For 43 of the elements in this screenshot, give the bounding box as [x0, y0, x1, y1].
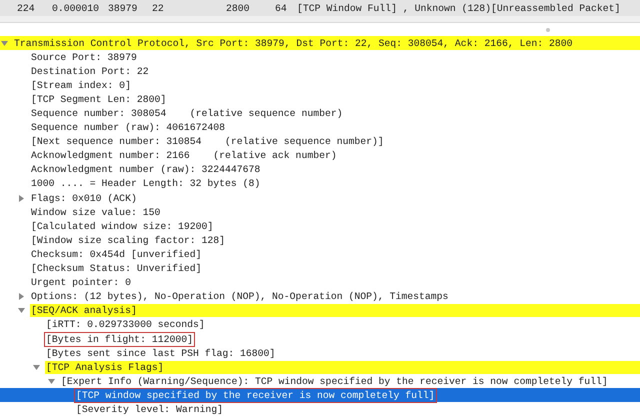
- tree-item[interactable]: [TCP Analysis Flags]: [45, 360, 640, 374]
- scrollbar-track[interactable]: [0, 16, 640, 23]
- tree-item[interactable]: [Window size scaling factor: 128]: [30, 234, 226, 247]
- packet-cell-text: [TCP Window Full] , Unknown (128)[Unreassembled Packet]: [297, 2, 622, 14]
- tree-item[interactable]: Sequence number: 308054 (relative sequence number): [30, 107, 344, 120]
- triangle-right-icon[interactable]: [17, 194, 26, 203]
- packet-cell-text: 64: [275, 2, 288, 14]
- tree-item[interactable]: [Severity level: Warning]: [75, 402, 224, 416]
- triangle-down-icon[interactable]: [32, 362, 41, 372]
- packet-cell-text: 0.000010: [52, 2, 100, 14]
- selected-tree-row[interactable]: [TCP window specified by the receiver is now completely full]: [0, 388, 640, 402]
- packet-cell-text: 38979: [108, 2, 138, 14]
- tree-item[interactable]: [Checksum Status: Unverified]: [30, 262, 202, 276]
- tree-item[interactable]: 1000 .... = Header Length: 32 bytes (8): [30, 177, 262, 190]
- packet-row[interactable]: 224 0.000010 38979 22 2800 64 [TCP Window Full] , Unknown (128)[Unreassembled Packet]: [0, 0, 640, 16]
- tree-item[interactable]: Destination Port: 22: [30, 64, 150, 78]
- tree-item[interactable]: [SEQ/ACK analysis]: [30, 304, 640, 318]
- tree-item[interactable]: Flags: 0x010 (ACK): [30, 192, 138, 205]
- tree-item[interactable]: [Next sequence number: 310854 (relative sequence number)]: [30, 135, 385, 148]
- triangle-down-icon[interactable]: [47, 376, 56, 386]
- tree-item[interactable]: [TCP window specified by the receiver is now completely full]: [75, 388, 436, 402]
- splitter-handle[interactable]: [546, 28, 550, 32]
- tree-item[interactable]: [Stream index: 0]: [30, 78, 132, 92]
- packet-cell-text: 22: [152, 2, 165, 14]
- tree-item[interactable]: [Bytes sent since last PSH flag: 16800]: [45, 346, 276, 360]
- tree-item[interactable]: Source Port: 38979: [30, 50, 138, 64]
- tree-item[interactable]: [Expert Info (Warning/Sequence): TCP window specified by the receiver is now completely full]: [60, 374, 609, 388]
- tree-item[interactable]: Urgent pointer: 0: [30, 276, 132, 290]
- tree-item[interactable]: Options: (12 bytes), No-Operation (NOP), No-Operation (NOP), Timestamps: [30, 290, 450, 304]
- tree-item[interactable]: Sequence number (raw): 4061672408: [30, 121, 226, 134]
- tree-item[interactable]: [Calculated window size: 19200]: [30, 220, 214, 233]
- triangle-down-icon[interactable]: [0, 38, 9, 48]
- triangle-right-icon[interactable]: [17, 292, 26, 302]
- packet-cell-text: 224: [17, 2, 36, 14]
- tree-item[interactable]: [iRTT: 0.029733000 seconds]: [45, 318, 206, 332]
- tree-item[interactable]: [Bytes in flight: 112000]: [45, 332, 194, 346]
- tree-item[interactable]: [TCP Segment Len: 2800]: [30, 92, 168, 106]
- tree-item[interactable]: Acknowledgment number: 2166 (relative ack number): [30, 149, 338, 162]
- tree-item[interactable]: Acknowledgment number (raw): 3224447678: [30, 163, 262, 176]
- tree-item[interactable]: Checksum: 0x454d [unverified]: [30, 248, 202, 261]
- tree-item[interactable]: Window size value: 150: [30, 206, 162, 219]
- packet-cell-text: 2800: [226, 2, 251, 14]
- triangle-down-icon[interactable]: [17, 306, 26, 316]
